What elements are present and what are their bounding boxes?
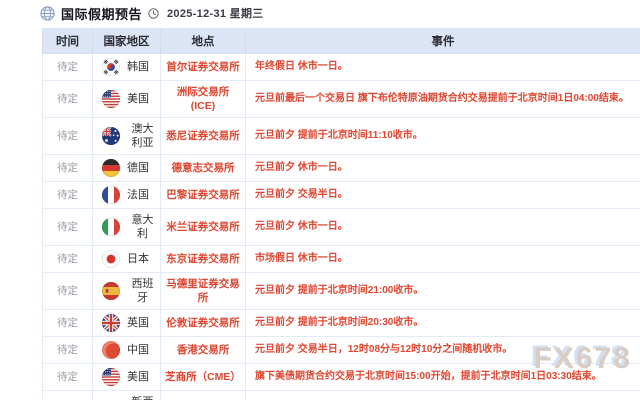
location-cell: 巴黎证券交易所: [160, 181, 246, 209]
table-row: 待定 法国 巴黎证券交易所 元旦前夕 交易半日。: [42, 181, 640, 209]
table-row: 待定 美国 洲际交易所 (ICE) 元旦前最后一个交易日 旗下布伦特原油期货合约交易提…: [42, 80, 640, 118]
country-cell: 意大利: [92, 208, 161, 246]
holiday-table: 时间 国家地区 地点 事件 待定 韩国 首尔证券交易所 年终假日 休市一日。 待定 美国洲…: [42, 28, 640, 400]
event-cell: 元旦前夕 交易半日，12时08分与12时10分之间随机收市。: [245, 336, 640, 364]
table-row: 待定新西兰证券交易所元旦前夕 提前于北京时间08:00收市。: [42, 390, 640, 400]
country-name: 新西兰: [127, 395, 158, 400]
flag-icon-us: [102, 368, 120, 386]
flag-icon-kr: [102, 58, 120, 76]
flag-icon-us: [102, 90, 120, 108]
location-cell: 证券交易所: [160, 390, 246, 400]
table-row: 待定 德国 德意志交易所 元旦前夕 休市一日。: [42, 154, 640, 182]
event-cell: 元旦前夕 提前于北京时间08:00收市。: [245, 390, 640, 400]
country-cell: 新西兰: [92, 390, 161, 400]
table-row: 待定 西班牙 马德里证券交易所 元旦前夕 提前于北京时间21:00收市。: [42, 272, 640, 310]
titlebar: 国际假期预告 2025-12-31 星期三: [40, 3, 264, 23]
table-row: 待定 英国 伦敦证券交易所 元旦前夕 提前于北京时间20:30收市。: [42, 309, 640, 337]
location-cell: 伦敦证券交易所: [160, 309, 246, 337]
table-row: 待定 韩国 首尔证券交易所 年终假日 休市一日。: [42, 53, 640, 81]
country-name: 西班牙: [131, 278, 154, 304]
event-cell: 元旦前夕 休市一日。: [245, 208, 640, 246]
time-cell: 待定: [42, 181, 93, 209]
country-cell: 西班牙: [92, 272, 161, 310]
country-name: 德国: [127, 162, 149, 174]
event-cell: 元旦前夕 提前于北京时间21:00收市。: [245, 272, 640, 310]
country-cell: 美国: [92, 363, 161, 391]
time-cell: 待定: [42, 363, 93, 391]
col-header-location: 地点: [160, 28, 246, 54]
location-cell: 香港交易所: [160, 336, 246, 364]
time-cell: 待定: [42, 309, 93, 337]
location-cell: 首尔证券交易所: [160, 53, 246, 81]
location-cell: 德意志交易所: [160, 154, 246, 182]
table-row: 待定 中国 香港交易所 元旦前夕 交易半日，12时08分与12时10分之间随机收市。: [42, 336, 640, 364]
time-cell: 待定: [42, 390, 93, 400]
event-cell: 年终假日 休市一日。: [245, 53, 640, 81]
country-name: 英国: [127, 317, 149, 329]
table-row: 待定 美国 芝商所（CME） 旗下美债期货合约交易于北京时间15:00开始，提前于北京…: [42, 363, 640, 391]
time-cell: 待定: [42, 80, 93, 118]
location-cell: 芝商所（CME）: [160, 363, 246, 391]
table-row: 待定 意大利 米兰证券交易所 元旦前夕 休市一日。: [42, 208, 640, 246]
event-cell: 市场假日 休市一日。: [245, 245, 640, 273]
time-cell: 待定: [42, 245, 93, 273]
table-row: 待定 日本 东京证券交易所 市场假日 休市一日。: [42, 245, 640, 273]
page-title: 国际假期预告: [61, 6, 143, 22]
location-cell: 米兰证券交易所: [160, 208, 246, 246]
country-name: 韩国: [127, 61, 149, 73]
country-cell: 日本: [92, 245, 161, 273]
flag-icon-it: [102, 218, 120, 236]
flag-icon-gb: [102, 314, 120, 332]
col-header-time: 时间: [42, 28, 93, 54]
flag-icon-es: [102, 282, 120, 300]
country-name: 澳大利亚: [131, 123, 154, 149]
country-cell: 英国: [92, 309, 161, 337]
country-cell: 法国: [92, 181, 161, 209]
time-cell: 待定: [42, 117, 93, 155]
time-cell: 待定: [42, 272, 93, 310]
country-name: 法国: [127, 189, 149, 201]
time-cell: 待定: [42, 336, 93, 364]
event-cell: 元旦前夕 提前于北京时间20:30收市。: [245, 309, 640, 337]
location-cell: 悉尼证券交易所: [160, 117, 246, 155]
country-cell: 中国: [92, 336, 161, 364]
time-cell: 待定: [42, 154, 93, 182]
holiday-forecast-page: 国际假期预告 2025-12-31 星期三 时间 国家地区 地点 事件 待定 韩国…: [0, 0, 640, 400]
flag-icon-cn: [102, 341, 120, 359]
table-row: 待定 澳大利亚 悉尼证券交易所 元旦前夕 提前于北京时间11:10收市。: [42, 117, 640, 155]
location-cell: 马德里证券交易所: [160, 272, 246, 310]
country-cell: 德国: [92, 154, 161, 182]
flag-icon-au: [102, 127, 120, 145]
event-cell: 元旦前最后一个交易日 旗下布伦特原油期货合约交易提前于北京时间1日04:00结束…: [245, 80, 640, 118]
event-cell: 元旦前夕 交易半日。: [245, 181, 640, 209]
country-name: 中国: [127, 344, 149, 356]
globe-icon: [40, 5, 55, 21]
col-header-event: 事件: [245, 28, 640, 54]
event-cell: 元旦前夕 提前于北京时间11:10收市。: [245, 117, 640, 155]
location-cell: 洲际交易所 (ICE): [160, 80, 246, 118]
event-cell: 旗下美债期货合约交易于北京时间15:00开始，提前于北京时间1日03:30结束。: [245, 363, 640, 391]
flag-icon-de: [102, 159, 120, 177]
country-cell: 美国: [92, 80, 161, 118]
col-header-country: 国家地区: [92, 28, 161, 54]
country-name: 日本: [127, 253, 149, 265]
location-cell: 东京证券交易所: [160, 245, 246, 273]
time-cell: 待定: [42, 53, 93, 81]
country-cell: 澳大利亚: [92, 117, 161, 155]
country-cell: 韩国: [92, 53, 161, 81]
event-cell: 元旦前夕 休市一日。: [245, 154, 640, 182]
country-name: 美国: [127, 93, 149, 105]
time-cell: 待定: [42, 208, 93, 246]
country-name: 美国: [127, 371, 149, 383]
date-label: 2025-12-31 星期三: [167, 8, 264, 20]
table-header-row: 时间 国家地区 地点 事件: [42, 28, 640, 54]
table-body: 待定 韩国 首尔证券交易所 年终假日 休市一日。 待定 美国 洲际交易所 (ICE) 元旦前最…: [42, 53, 640, 400]
country-name: 意大利: [131, 214, 154, 240]
clock-icon: [148, 7, 159, 19]
flag-icon-jp: [102, 250, 120, 268]
flag-icon-fr: [102, 186, 120, 204]
